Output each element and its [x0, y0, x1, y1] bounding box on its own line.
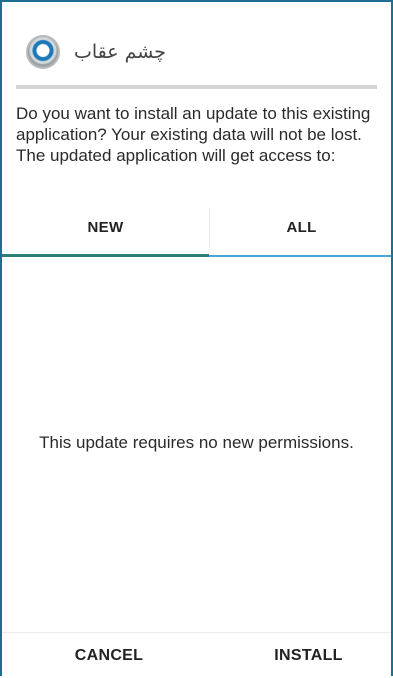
install-dialog: چشم عقاب Do you want to install an updat…	[0, 0, 393, 676]
title-divider	[16, 85, 377, 89]
permission-tabs: NEW ALL	[2, 202, 391, 258]
no-permissions-message: This update requires no new permissions.	[39, 433, 354, 452]
tab-all-label: ALL	[286, 219, 317, 236]
tab-new[interactable]: NEW	[2, 202, 209, 253]
tab-all[interactable]: ALL	[210, 202, 393, 253]
dialog-title-row: چشم عقاب	[26, 32, 166, 72]
active-tab-indicator	[2, 254, 209, 257]
app-name: چشم عقاب	[74, 41, 167, 63]
dialog-actions: CANCEL INSTALL	[2, 633, 391, 678]
tab-new-label: NEW	[87, 219, 124, 236]
tab-underline	[209, 255, 391, 257]
eagle-logo-icon	[26, 35, 60, 69]
cancel-button[interactable]: CANCEL	[2, 633, 216, 678]
install-button[interactable]: INSTALL	[202, 633, 393, 678]
install-message: Do you want to install an update to this…	[16, 104, 371, 165]
